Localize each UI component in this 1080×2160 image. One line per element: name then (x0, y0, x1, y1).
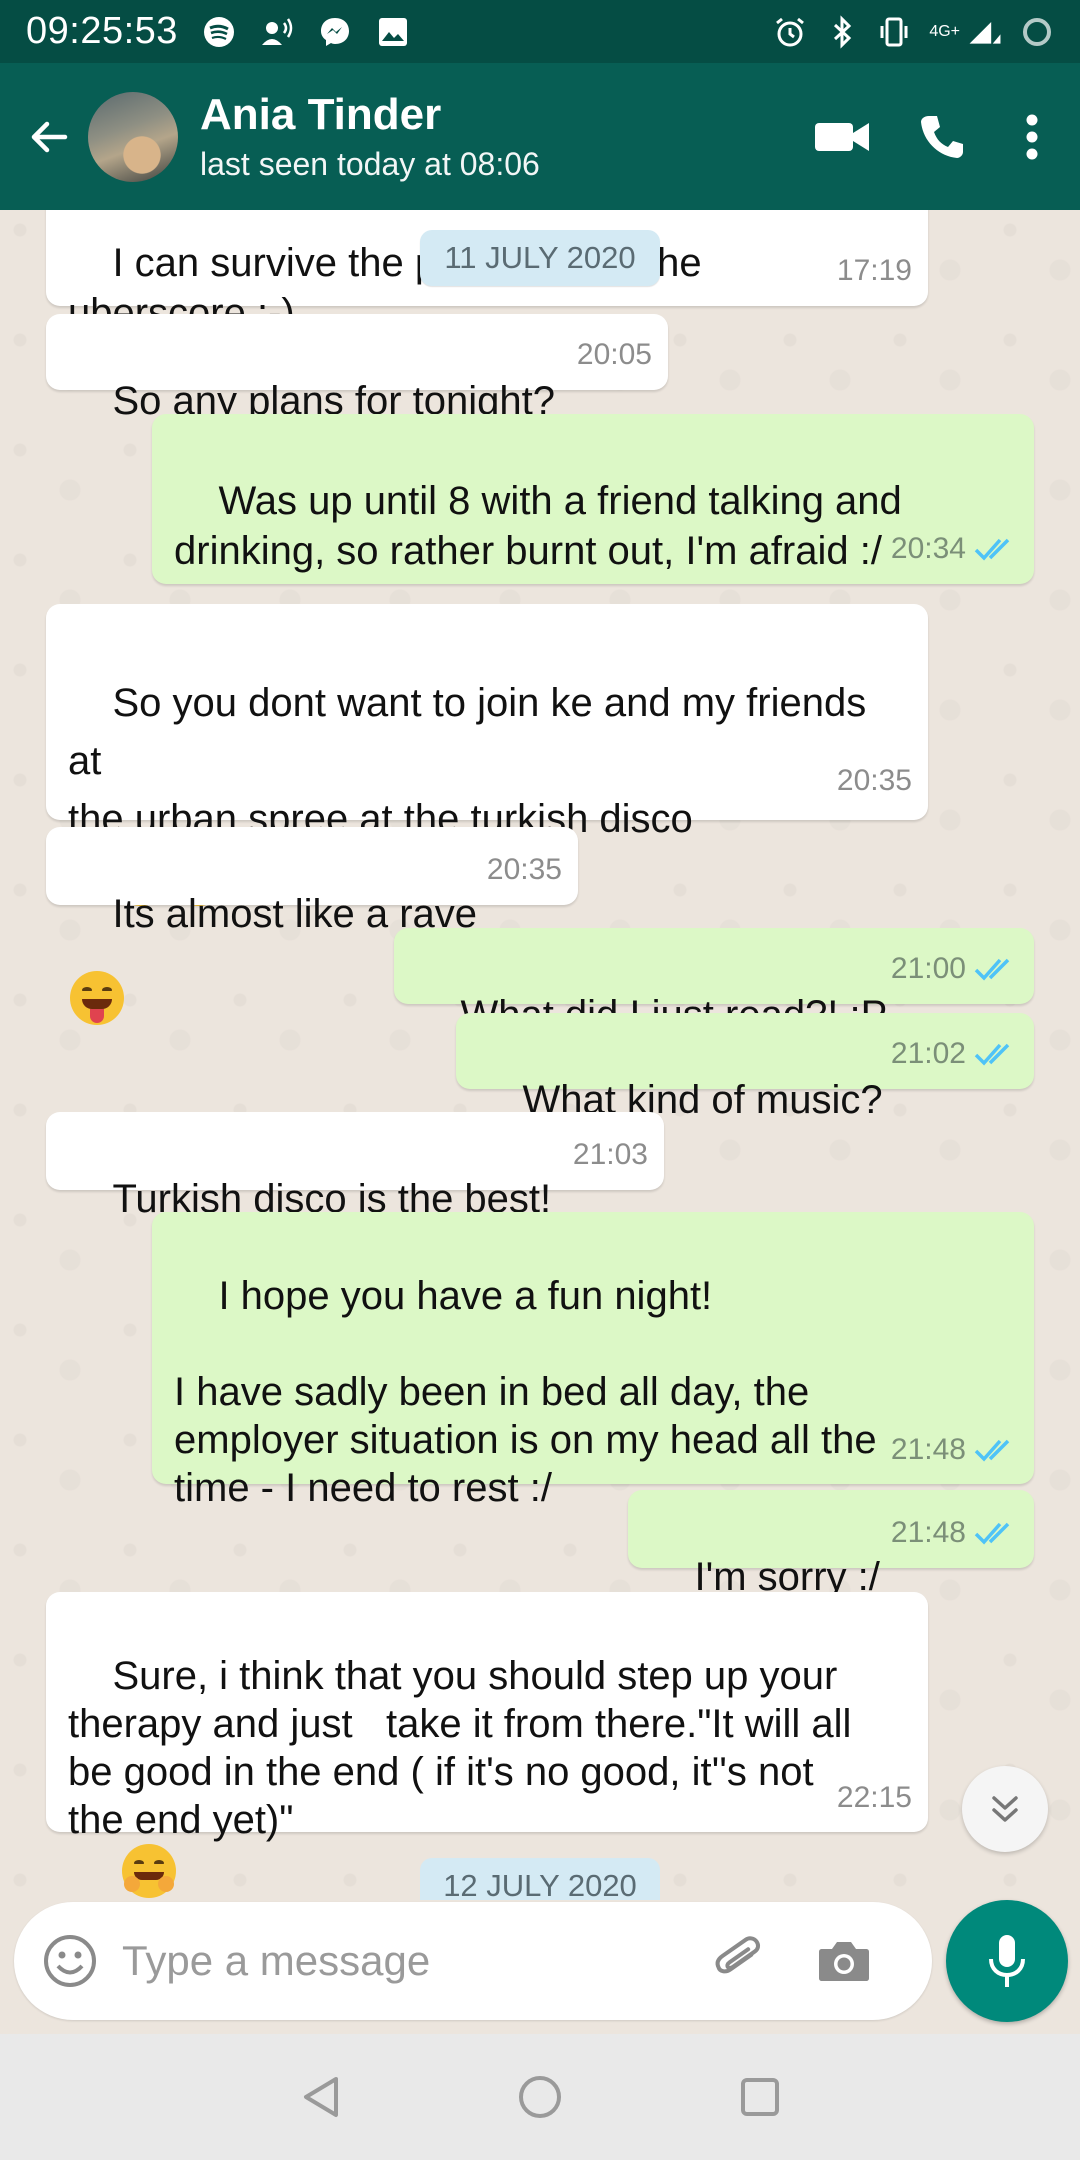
message-time: 21:02 (890, 1037, 966, 1070)
mic-icon (989, 1935, 1025, 1987)
back-arrow-icon[interactable] (14, 102, 84, 172)
message-time: 21:03 (572, 1138, 648, 1171)
battery-icon (1020, 15, 1054, 49)
message-input-container (14, 1902, 932, 2020)
spotify-icon (202, 15, 236, 49)
read-receipt-icon (974, 538, 1010, 561)
message-time: 22:15 (836, 1781, 912, 1814)
message-outgoing[interactable]: I hope you have a fun night! I have sadl… (152, 1212, 1034, 1510)
message-time: 17:19 (836, 254, 912, 287)
video-call-icon[interactable] (792, 87, 892, 187)
alarm-icon (773, 15, 807, 49)
attach-icon[interactable] (710, 1931, 770, 1991)
vibrate-icon (877, 15, 911, 49)
bluetooth-icon (825, 14, 859, 49)
message-time: 21:00 (890, 952, 966, 985)
message-list[interactable]: I can survive the price but not the uber… (0, 210, 1080, 1900)
message-time: 21:48 (890, 1433, 966, 1466)
message-outgoing[interactable]: What kind of music? 21:02 (456, 1013, 1034, 1122)
nav-back-icon[interactable] (290, 2067, 350, 2127)
message-outgoing[interactable]: What did I just read?! :P 21:00 (394, 928, 1034, 1037)
nav-home-icon[interactable] (510, 2067, 570, 2127)
read-receipt-icon (974, 958, 1010, 981)
signal-icon (968, 15, 1002, 49)
read-receipt-icon (974, 1522, 1010, 1545)
messenger-icon (318, 15, 352, 49)
message-time: 20:05 (576, 338, 652, 371)
image-icon (376, 15, 410, 49)
nav-recents-icon[interactable] (730, 2067, 790, 2127)
phone-icon[interactable] (892, 87, 992, 187)
message-outgoing[interactable]: I'm sorry :/ 21:48 (628, 1490, 1034, 1599)
voice-icon (260, 15, 294, 49)
camera-icon[interactable] (814, 1931, 874, 1991)
message-time: 20:35 (486, 853, 562, 886)
system-nav-bar (0, 2034, 1080, 2160)
hugging-emoji-icon (122, 1844, 177, 1898)
message-text: Sure, i think that you should step up yo… (68, 1654, 852, 1842)
more-vert-icon[interactable] (992, 87, 1072, 187)
composer (0, 1900, 1080, 2034)
message-text: Was up until 8 with a friend talking and… (174, 479, 902, 573)
mic-button[interactable] (946, 1900, 1068, 2022)
contact-name: Ania Tinder (200, 90, 442, 139)
message-outgoing[interactable]: Was up until 8 with a friend talking and… (152, 414, 1034, 584)
network-type: 4G+ (929, 22, 960, 40)
date-chip: 12 JULY 2020 (420, 1858, 660, 1900)
message-time: 20:34 (890, 532, 966, 565)
message-incoming[interactable]: Turkish disco is the best! 21:03 (46, 1112, 664, 1221)
message-text: I hope you have a fun night! I have sadl… (174, 1274, 877, 1510)
read-receipt-icon (974, 1043, 1010, 1066)
message-incoming[interactable]: Its almost like a rave 20:35 (46, 827, 578, 936)
status-bar: 09:25:53 4G+ (0, 0, 1080, 63)
read-receipt-icon (974, 1439, 1010, 1462)
message-text: So you dont want to join ke and my frien… (68, 681, 867, 841)
message-time: 20:35 (836, 764, 912, 797)
avatar[interactable] (88, 91, 178, 182)
emoji-icon[interactable] (40, 1931, 100, 1991)
message-incoming[interactable]: So any plans for tonight? 20:05 (46, 314, 668, 423)
status-time: 09:25:53 (26, 10, 178, 52)
contact-info[interactable]: Ania Tinder last seen today at 08:06 (200, 90, 540, 183)
message-incoming[interactable]: Sure, i think that you should step up yo… (46, 1592, 928, 1898)
message-input[interactable] (122, 1937, 682, 1985)
date-chip: 11 JULY 2020 (420, 230, 660, 286)
message-time: 21:48 (890, 1516, 966, 1549)
last-seen: last seen today at 08:06 (200, 146, 540, 182)
message-incoming[interactable]: So you dont want to join ke and my frien… (46, 604, 928, 1025)
scroll-down-icon[interactable] (962, 1766, 1048, 1852)
chat-header: Ania Tinder last seen today at 08:06 (0, 63, 1080, 210)
